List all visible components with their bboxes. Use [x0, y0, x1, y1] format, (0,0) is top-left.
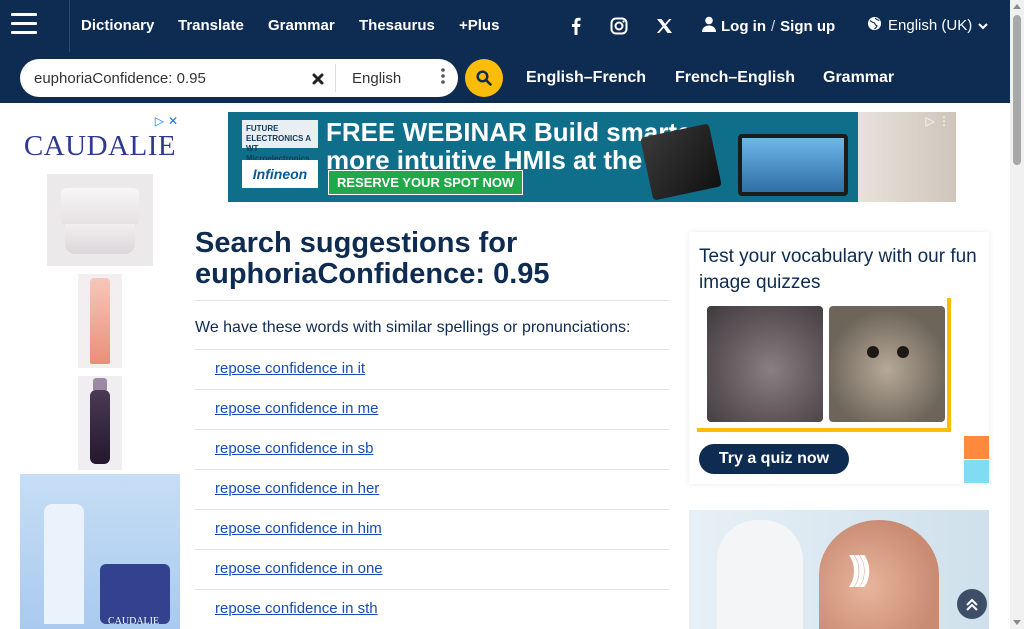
ad-product-tube — [78, 274, 122, 368]
ad-small-logo: CAUDALIE — [108, 616, 160, 627]
suggestions-intro: We have these words with similar spellin… — [195, 319, 631, 336]
banner-brand-future: FUTURE ELECTRONICS A WT Microelectronics… — [242, 120, 318, 173]
nav-link-thesaurus[interactable]: Thesaurus — [359, 17, 435, 34]
seal-image — [829, 306, 945, 422]
right-sidebar-ad[interactable]: ))) — [689, 510, 989, 629]
scroll-down-arrow[interactable] — [1013, 620, 1021, 625]
more-options-icon — [441, 68, 445, 88]
left-sidebar-ad[interactable]: ▷ ✕ CAUDALIE CAUDALIE — [20, 112, 180, 629]
ad-controls: ▷ ✕ — [155, 114, 178, 128]
try-quiz-button[interactable]: Try a quiz now — [699, 444, 849, 474]
ad-brand-logo: CAUDALIE — [23, 130, 177, 162]
globe-icon — [867, 16, 882, 35]
dictionary-select-label: English — [352, 69, 402, 87]
scrollbar-thumb[interactable] — [1013, 15, 1021, 165]
dictionary-select[interactable]: English — [335, 64, 453, 92]
search-icon — [476, 70, 492, 86]
close-icon — [312, 73, 324, 85]
suggestion-link[interactable]: repose confidence in one — [215, 560, 383, 577]
page-scrollbar[interactable] — [1010, 0, 1024, 629]
ad-product-serum — [78, 376, 122, 470]
ad-choices-icon[interactable]: ▷ — [155, 114, 164, 128]
chevron-down-icon — [978, 17, 988, 34]
hippo-image — [707, 306, 823, 422]
page-title: Search suggestions for euphoriaConfidenc… — [195, 228, 669, 290]
banner-brand-infineon: Infineon — [242, 160, 318, 188]
divider — [195, 300, 669, 301]
banner-chip-image — [640, 123, 722, 201]
language-selector[interactable]: English (UK) — [867, 16, 988, 35]
page-title-query: euphoriaConfidence: 0.95 — [195, 258, 550, 290]
list-item: repose confidence in one — [195, 549, 669, 589]
list-item: repose confidence in him — [195, 509, 669, 549]
scroll-up-arrow[interactable] — [1013, 4, 1021, 9]
nav-link-dictionary[interactable]: Dictionary — [81, 17, 154, 34]
quiz-title: Test your vocabulary with our fun image … — [699, 246, 977, 293]
search-input[interactable] — [34, 67, 304, 89]
search-bar: English English–French French–English Gr… — [0, 52, 1010, 103]
suggestion-list: repose confidence in it repose confidenc… — [195, 349, 669, 629]
quiz-image-link[interactable] — [697, 298, 951, 432]
quiz-promo: Test your vocabulary with our fun image … — [689, 232, 989, 484]
clear-search-button[interactable] — [307, 68, 329, 90]
banner-ad[interactable]: FUTURE ELECTRONICS A WT Microelectronics… — [228, 112, 956, 202]
main-content: Search suggestions for euphoriaConfidenc… — [195, 228, 669, 629]
nav-divider — [69, 0, 70, 52]
nav-link-plus[interactable]: +Plus — [459, 17, 499, 34]
list-item: repose confidence in me — [195, 389, 669, 429]
side-widget-blue[interactable] — [964, 460, 989, 483]
login-link[interactable]: Log in — [721, 18, 766, 35]
user-icon — [702, 16, 716, 36]
language-label: English (UK) — [888, 17, 973, 34]
list-item: repose confidence in her — [195, 469, 669, 509]
suggestion-link[interactable]: repose confidence in sth — [215, 600, 378, 617]
ad-product-jar — [47, 174, 153, 266]
ad-ear-image — [819, 520, 939, 629]
chevron-up-icon — [966, 598, 978, 611]
ad-doctor-image — [717, 520, 803, 629]
ad-choices-icon[interactable]: ▷ ⋮ — [925, 114, 950, 128]
list-item: repose confidence in sth — [195, 589, 669, 629]
top-navigation: Dictionary Translate Grammar Thesaurus +… — [0, 0, 1010, 52]
auth-separator: / — [771, 17, 776, 35]
side-widget-orange[interactable] — [964, 436, 989, 459]
facebook-icon[interactable] — [566, 16, 586, 36]
nav-link-grammar[interactable]: Grammar — [268, 17, 335, 34]
signup-link[interactable]: Sign up — [780, 18, 835, 35]
ad-close-icon[interactable]: ✕ — [168, 114, 178, 128]
hamburger-menu-icon[interactable] — [11, 13, 37, 35]
suggestion-link[interactable]: repose confidence in me — [215, 400, 378, 417]
scroll-to-top-button[interactable] — [957, 589, 987, 619]
search-button[interactable] — [465, 59, 503, 97]
list-item: repose confidence in it — [195, 349, 669, 389]
quick-link-grammar[interactable]: Grammar — [823, 69, 894, 87]
quick-link-french-english[interactable]: French–English — [675, 69, 795, 87]
x-twitter-icon[interactable] — [654, 16, 674, 36]
nav-link-translate[interactable]: Translate — [178, 17, 244, 34]
sound-waves-icon: ))) — [849, 550, 871, 588]
suggestion-link[interactable]: repose confidence in him — [215, 520, 382, 537]
banner-screen-image — [738, 134, 848, 196]
banner-cta-button[interactable]: RESERVE YOUR SPOT NOW — [328, 170, 524, 195]
page-title-prefix: Search suggestions for — [195, 227, 518, 259]
list-item: repose confidence in sb — [195, 429, 669, 469]
suggestion-link[interactable]: repose confidence in sb — [215, 440, 373, 457]
instagram-icon[interactable] — [609, 16, 629, 36]
search-box: English — [20, 59, 458, 97]
suggestion-link[interactable]: repose confidence in her — [215, 480, 379, 497]
quick-link-english-french[interactable]: English–French — [526, 69, 646, 87]
auth-links: Log in / Sign up — [702, 16, 835, 36]
ad-product-panel: CAUDALIE — [20, 474, 180, 629]
suggestion-link[interactable]: repose confidence in it — [215, 360, 365, 377]
